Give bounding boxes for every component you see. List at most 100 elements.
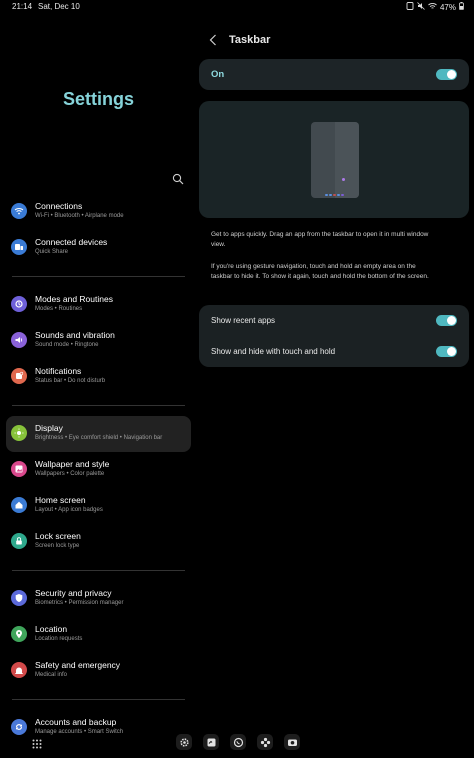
settings-item-label: Safety and emergency: [35, 660, 121, 670]
apps-grid-icon[interactable]: [32, 736, 44, 749]
settings-item-text: Notifications Status bar • Do not disturb: [35, 366, 105, 384]
status-icons: 47%: [406, 2, 464, 12]
settings-item-wifi[interactable]: Connections Wi-Fi • Bluetooth • Airplane …: [6, 194, 191, 230]
settings-item-label: Accounts and backup: [35, 717, 117, 727]
taskbar-hint: If you're using gesture navigation, touc…: [211, 263, 429, 281]
settings-item-sound[interactable]: Sounds and vibration Sound mode • Rington…: [6, 323, 191, 359]
home-icon: [11, 497, 27, 513]
settings-item-label: Notifications: [35, 366, 82, 376]
settings-item-subtitle: Brightness • Eye comfort shield • Naviga…: [35, 435, 163, 441]
display-icon: [11, 425, 27, 441]
taskbar-description: Get to apps quickly. Drag an app from th…: [211, 231, 429, 249]
settings-item-text: Sounds and vibration Sound mode • Rington…: [35, 330, 115, 348]
settings-item-label: Modes and Routines: [35, 294, 113, 304]
show-hide-touch-hold-toggle[interactable]: [436, 346, 457, 357]
settings-item-label: Connections: [35, 201, 83, 211]
tablet-illustration: [311, 122, 359, 198]
settings-list: Connections Wi-Fi • Bluetooth • Airplane …: [6, 194, 191, 746]
settings-item-subtitle: Screen lock type: [35, 543, 80, 549]
taskbar-options: Show recent apps Show and hide with touc…: [199, 305, 469, 367]
settings-item-label: Display: [35, 423, 63, 433]
settings-item-label: Location: [35, 624, 68, 634]
show-recent-apps-label: Show recent apps: [211, 316, 276, 325]
location-icon: [11, 626, 27, 642]
page-title: Settings: [62, 89, 134, 109]
taskbar-master-switch[interactable]: On: [199, 59, 469, 90]
routines-icon: [11, 296, 27, 312]
settings-item-text: Connected devices Quick Share: [35, 237, 107, 255]
wallpaper-icon: [11, 461, 27, 477]
settings-item-label: Connected devices: [35, 237, 108, 247]
settings-item-subtitle: Medical info: [35, 672, 68, 678]
back-button[interactable]: [209, 33, 221, 47]
settings-item-label: Lock screen: [35, 531, 81, 541]
dock-apps: [176, 734, 300, 750]
emergency-icon: [11, 662, 27, 678]
settings-item-label: Security and privacy: [35, 588, 112, 598]
settings-sidebar: Settings Connections Wi-Fi • Bluetooth • …: [0, 14, 197, 744]
show-hide-touch-hold-row[interactable]: Show and hide with touch and hold: [199, 336, 469, 367]
settings-item-lock[interactable]: Lock screen Screen lock type: [6, 524, 191, 560]
battery-icon: [459, 2, 464, 12]
taskbar-settings-pane: Taskbar On Get to apps quickly. Drag an …: [197, 14, 474, 744]
wifi-status-icon: [428, 2, 437, 12]
settings-item-subtitle: Status bar • Do not disturb: [35, 378, 106, 384]
settings-item-shield[interactable]: Security and privacy Biometrics • Permiss…: [6, 581, 191, 617]
settings-item-text: Lock screen Screen lock type: [35, 531, 81, 549]
settings-item-routines[interactable]: Modes and Routines Modes • Routines: [6, 287, 191, 323]
divider: [12, 570, 185, 571]
divider: [12, 699, 185, 700]
settings-item-home[interactable]: Home screen Layout • App icon badges: [6, 488, 191, 524]
lock-icon: [11, 533, 27, 549]
show-recent-apps-toggle[interactable]: [436, 315, 457, 326]
settings-item-subtitle: Biometrics • Permission manager: [35, 600, 124, 606]
status-bar: 21:14 Sat, Dec 10 47%: [0, 0, 474, 14]
notifications-icon: [11, 368, 27, 384]
camera-icon[interactable]: [284, 734, 300, 750]
gallery-icon[interactable]: [257, 734, 273, 750]
taskbar-title: Taskbar: [229, 34, 271, 46]
status-date: Sat, Dec 10: [38, 2, 80, 11]
settings-item-text: Safety and emergency Medical info: [35, 660, 120, 678]
settings-item-subtitle: Layout • App icon badges: [35, 507, 103, 513]
settings-item-display[interactable]: Display Brightness • Eye comfort shield •…: [6, 416, 191, 452]
master-toggle[interactable]: [436, 69, 457, 80]
settings-item-label: Home screen: [35, 495, 86, 505]
notes-icon[interactable]: [203, 734, 219, 750]
settings-item-text: Display Brightness • Eye comfort shield •…: [35, 423, 162, 441]
shield-icon: [11, 590, 27, 606]
settings-item-connected-devices[interactable]: Connected devices Quick Share: [6, 230, 191, 266]
settings-item-location[interactable]: Location Location requests: [6, 617, 191, 653]
settings-item-subtitle: Wi-Fi • Bluetooth • Airplane mode: [35, 213, 124, 219]
settings-item-text: Connections Wi-Fi • Bluetooth • Airplane …: [35, 201, 124, 219]
battery-percent: 47%: [439, 2, 456, 12]
wifi-icon: [11, 203, 27, 219]
master-switch-label: On: [211, 69, 225, 80]
settings-item-text: Modes and Routines Modes • Routines: [35, 294, 113, 312]
settings-item-label: Sounds and vibration: [35, 330, 115, 340]
settings-item-subtitle: Quick Share: [35, 249, 69, 255]
whatsapp-icon[interactable]: [230, 734, 246, 750]
tablet-icon: [406, 2, 414, 12]
taskbar-preview-illustration: [199, 101, 469, 218]
settings-item-text: Wallpaper and style Wallpapers • Color pa…: [35, 459, 109, 477]
settings-item-subtitle: Wallpapers • Color palette: [35, 471, 105, 477]
settings-item-label: Wallpaper and style: [35, 459, 110, 469]
divider: [12, 276, 185, 277]
settings-item-notifications[interactable]: Notifications Status bar • Do not disturb: [6, 359, 191, 395]
show-hide-touch-hold-label: Show and hide with touch and hold: [211, 347, 336, 356]
search-icon[interactable]: [172, 172, 186, 186]
settings-item-wallpaper[interactable]: Wallpaper and style Wallpapers • Color pa…: [6, 452, 191, 488]
show-recent-apps-row[interactable]: Show recent apps: [199, 305, 469, 336]
divider: [12, 405, 185, 406]
settings-item-emergency[interactable]: Safety and emergency Medical info: [6, 653, 191, 689]
mute-icon: [417, 2, 425, 12]
settings-icon[interactable]: [176, 734, 192, 750]
settings-item-text: Security and privacy Biometrics • Permiss…: [35, 588, 123, 606]
settings-item-text: Location Location requests: [35, 624, 82, 642]
settings-item-subtitle: Modes • Routines: [35, 306, 83, 312]
settings-item-subtitle: Sound mode • Ringtone: [35, 342, 99, 348]
settings-item-text: Home screen Layout • App icon badges: [35, 495, 103, 513]
status-time: 21:14: [12, 2, 33, 11]
sound-icon: [11, 332, 27, 348]
